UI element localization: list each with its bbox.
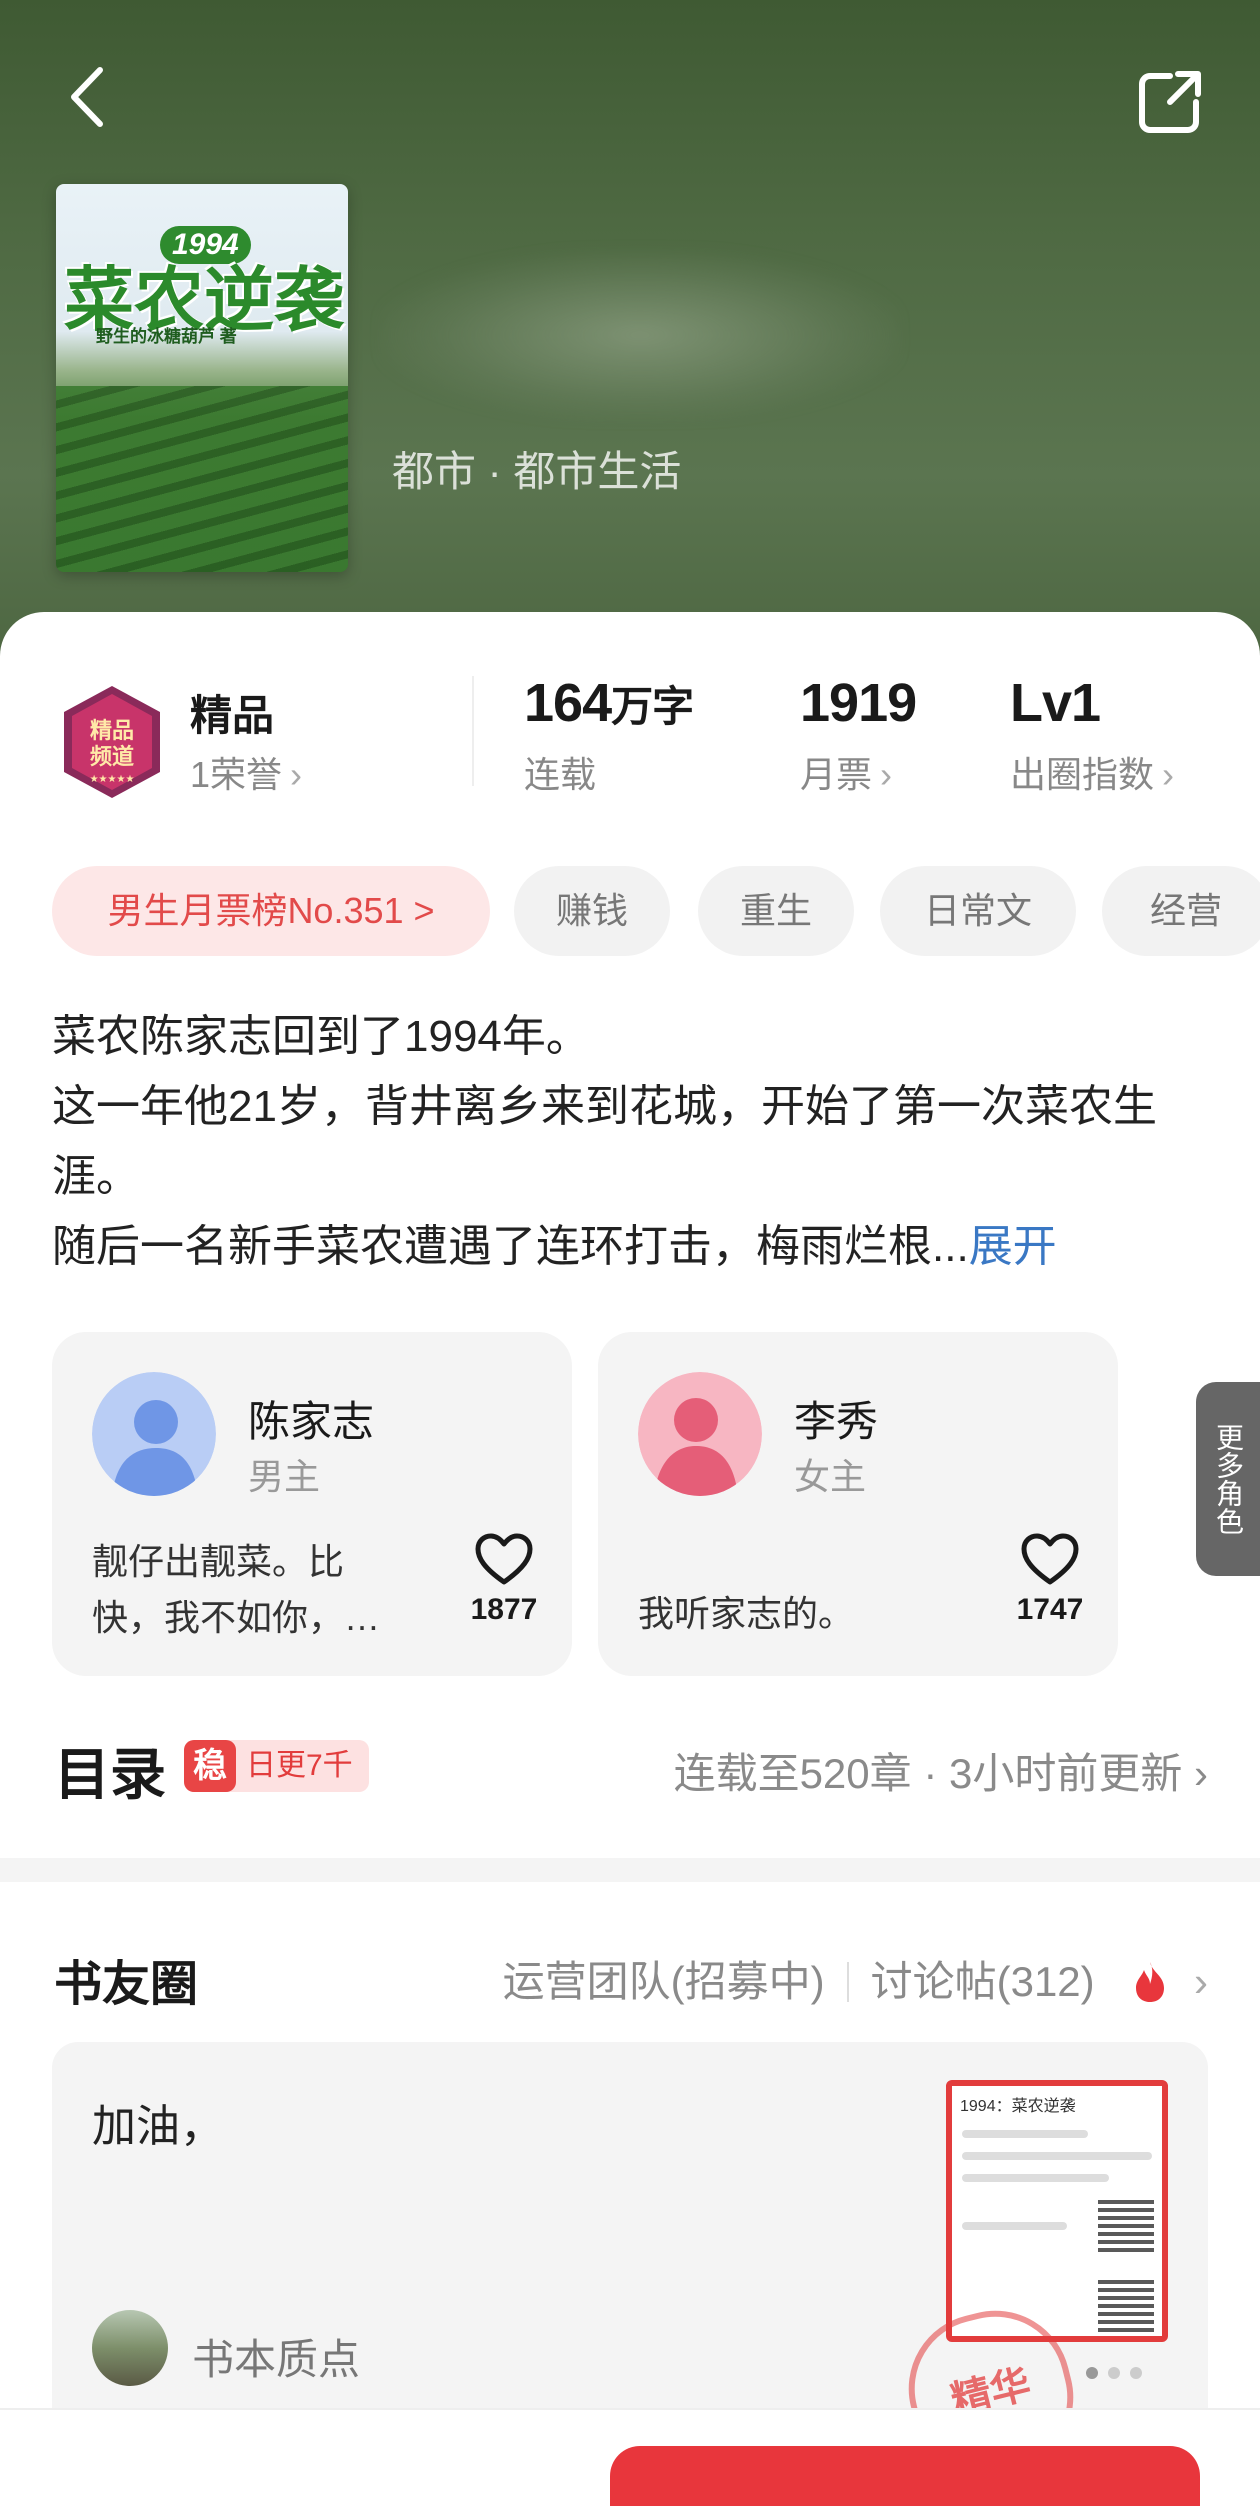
- monthly-ticket-label: 月票: [800, 754, 873, 795]
- update-rate: 日更7千: [246, 1749, 353, 1782]
- synopsis-line: 菜农陈家志回到了1994年。: [52, 1012, 590, 1061]
- stable-badge: 稳: [184, 1740, 236, 1792]
- monthly-ticket-link[interactable]: 月票 ›: [800, 746, 892, 798]
- post-author[interactable]: 书本质点: [192, 2326, 360, 2387]
- post-image-title: 1994：菜农逆袭: [960, 2098, 1076, 2115]
- post-text: 加油，: [92, 2102, 224, 2151]
- chevron-right-icon: ›: [880, 754, 893, 795]
- svg-text:频道: 频道: [90, 744, 134, 770]
- cover-field-art: [56, 385, 348, 572]
- post-image[interactable]: 1994：菜农逆袭: [946, 2080, 1168, 2342]
- monthly-ticket-count: 1919: [800, 673, 917, 733]
- avatar: [92, 1372, 216, 1496]
- tag-item[interactable]: 经营: [1102, 866, 1260, 956]
- book-synopsis[interactable]: 菜农陈家志回到了1994年。 这一年他21岁，背井离乡来到花城，开始了第一次菜农…: [52, 1002, 1212, 1282]
- role-type: 男主: [248, 1456, 321, 1497]
- team-link[interactable]: 运营团队(招募中): [503, 1958, 825, 2005]
- stats-divider: [472, 676, 474, 786]
- heart-icon: [475, 1533, 533, 1585]
- discussion-link[interactable]: 讨论帖(312): [871, 1958, 1095, 2005]
- fire-icon: [1136, 1962, 1165, 2002]
- circle-links: 运营团队(招募中) 讨论帖(312) ›: [503, 1948, 1208, 2009]
- honor-title: 精品: [190, 692, 275, 739]
- role-type: 女主: [794, 1456, 867, 1497]
- tag-item[interactable]: 日常文: [880, 866, 1076, 956]
- toc-title: 目录: [54, 1743, 166, 1806]
- role-quote: 靓仔出靓菜。比快，我不如你，…: [92, 1541, 381, 1638]
- like-button[interactable]: 1877: [464, 1532, 544, 1632]
- heart-icon: [1021, 1533, 1079, 1585]
- toc-row[interactable]: 目录 稳 日更7千 连载至520章 · 3小时前更新 ›: [0, 1716, 1260, 1826]
- honor-count: 1荣誉: [190, 754, 283, 795]
- section-title: 书友圈: [54, 1958, 199, 2011]
- level-link[interactable]: 出圈指数 ›: [1010, 746, 1174, 798]
- level-value: Lv1: [1010, 673, 1101, 733]
- synopsis-line: 这一年他21岁，背井离乡来到花城，开始了第一次菜农生涯。: [52, 1082, 1157, 1201]
- section-divider: [0, 1858, 1260, 1882]
- cover-subtitle: 野生的冰糖葫芦 著: [96, 327, 237, 346]
- like-button[interactable]: 1747: [1010, 1532, 1090, 1632]
- chevron-right-icon[interactable]: ›: [1194, 1958, 1208, 2005]
- chevron-right-icon: ›: [1162, 754, 1175, 795]
- role-card[interactable]: 李秀 女主 我听家志的。 1747: [598, 1332, 1118, 1676]
- level-label: 出圈指数: [1010, 754, 1155, 795]
- role-quote: 我听家志的。: [638, 1593, 855, 1634]
- svg-text:★★★★★: ★★★★★: [90, 774, 135, 785]
- blurred-title: [380, 250, 900, 420]
- toc-status[interactable]: 连载至520章 · 3小时前更新 ›: [674, 1740, 1208, 1801]
- honor-link[interactable]: 1荣誉 ›: [190, 746, 302, 798]
- share-button[interactable]: [1130, 62, 1210, 142]
- avatar[interactable]: [92, 2310, 168, 2386]
- rank-tag[interactable]: 男生月票榜No.351 >: [52, 866, 490, 956]
- svg-text:精品: 精品: [90, 718, 134, 744]
- role-name: 陈家志: [248, 1398, 375, 1445]
- image-pager-dots: [1076, 2366, 1142, 2384]
- role-card[interactable]: 陈家志 男主 靓仔出靓菜。比快，我不如你，… 1877: [52, 1332, 572, 1676]
- serial-status: 连载: [524, 754, 597, 795]
- word-count: 164万字: [524, 672, 694, 734]
- chevron-right-icon: ›: [290, 754, 303, 795]
- synopsis-line: 随后一名新手菜农遭遇了连环打击，梅雨烂根...: [52, 1222, 969, 1271]
- quality-medal-icon: 精品 频道 ★★★★★: [64, 686, 160, 798]
- tag-list: 男生月票榜No.351 > 赚钱 重生 日常文 经营: [52, 866, 1260, 956]
- share-icon: [1139, 71, 1201, 133]
- word-count-value: 164: [524, 673, 612, 733]
- word-count-unit: 万字: [611, 683, 694, 730]
- more-roles-button[interactable]: 更多角色: [1196, 1382, 1260, 1576]
- like-count: 1877: [470, 1593, 538, 1626]
- book-cover[interactable]: 1994 菜农逆袭 野生的冰糖葫芦 著: [56, 184, 348, 572]
- primary-action-button[interactable]: [610, 2446, 1200, 2506]
- role-name: 李秀: [794, 1398, 879, 1445]
- book-genre[interactable]: 都市 · 都市生活: [392, 438, 681, 499]
- tag-item[interactable]: 赚钱: [514, 866, 670, 956]
- chevron-left-icon: [71, 67, 103, 127]
- back-button[interactable]: [62, 62, 122, 132]
- expand-link[interactable]: 展开: [969, 1222, 1057, 1271]
- tag-item[interactable]: 重生: [698, 866, 854, 956]
- book-header: 1994 菜农逆袭 野生的冰糖葫芦 著 都市 · 都市生活: [0, 0, 1260, 680]
- like-count: 1747: [1016, 1593, 1084, 1626]
- avatar: [638, 1372, 762, 1496]
- post-card[interactable]: 加油， 1994：菜农逆袭 精华 书本质点: [52, 2042, 1208, 2464]
- link-divider: [846, 1962, 849, 2002]
- update-badge: 稳 日更7千: [184, 1740, 369, 1792]
